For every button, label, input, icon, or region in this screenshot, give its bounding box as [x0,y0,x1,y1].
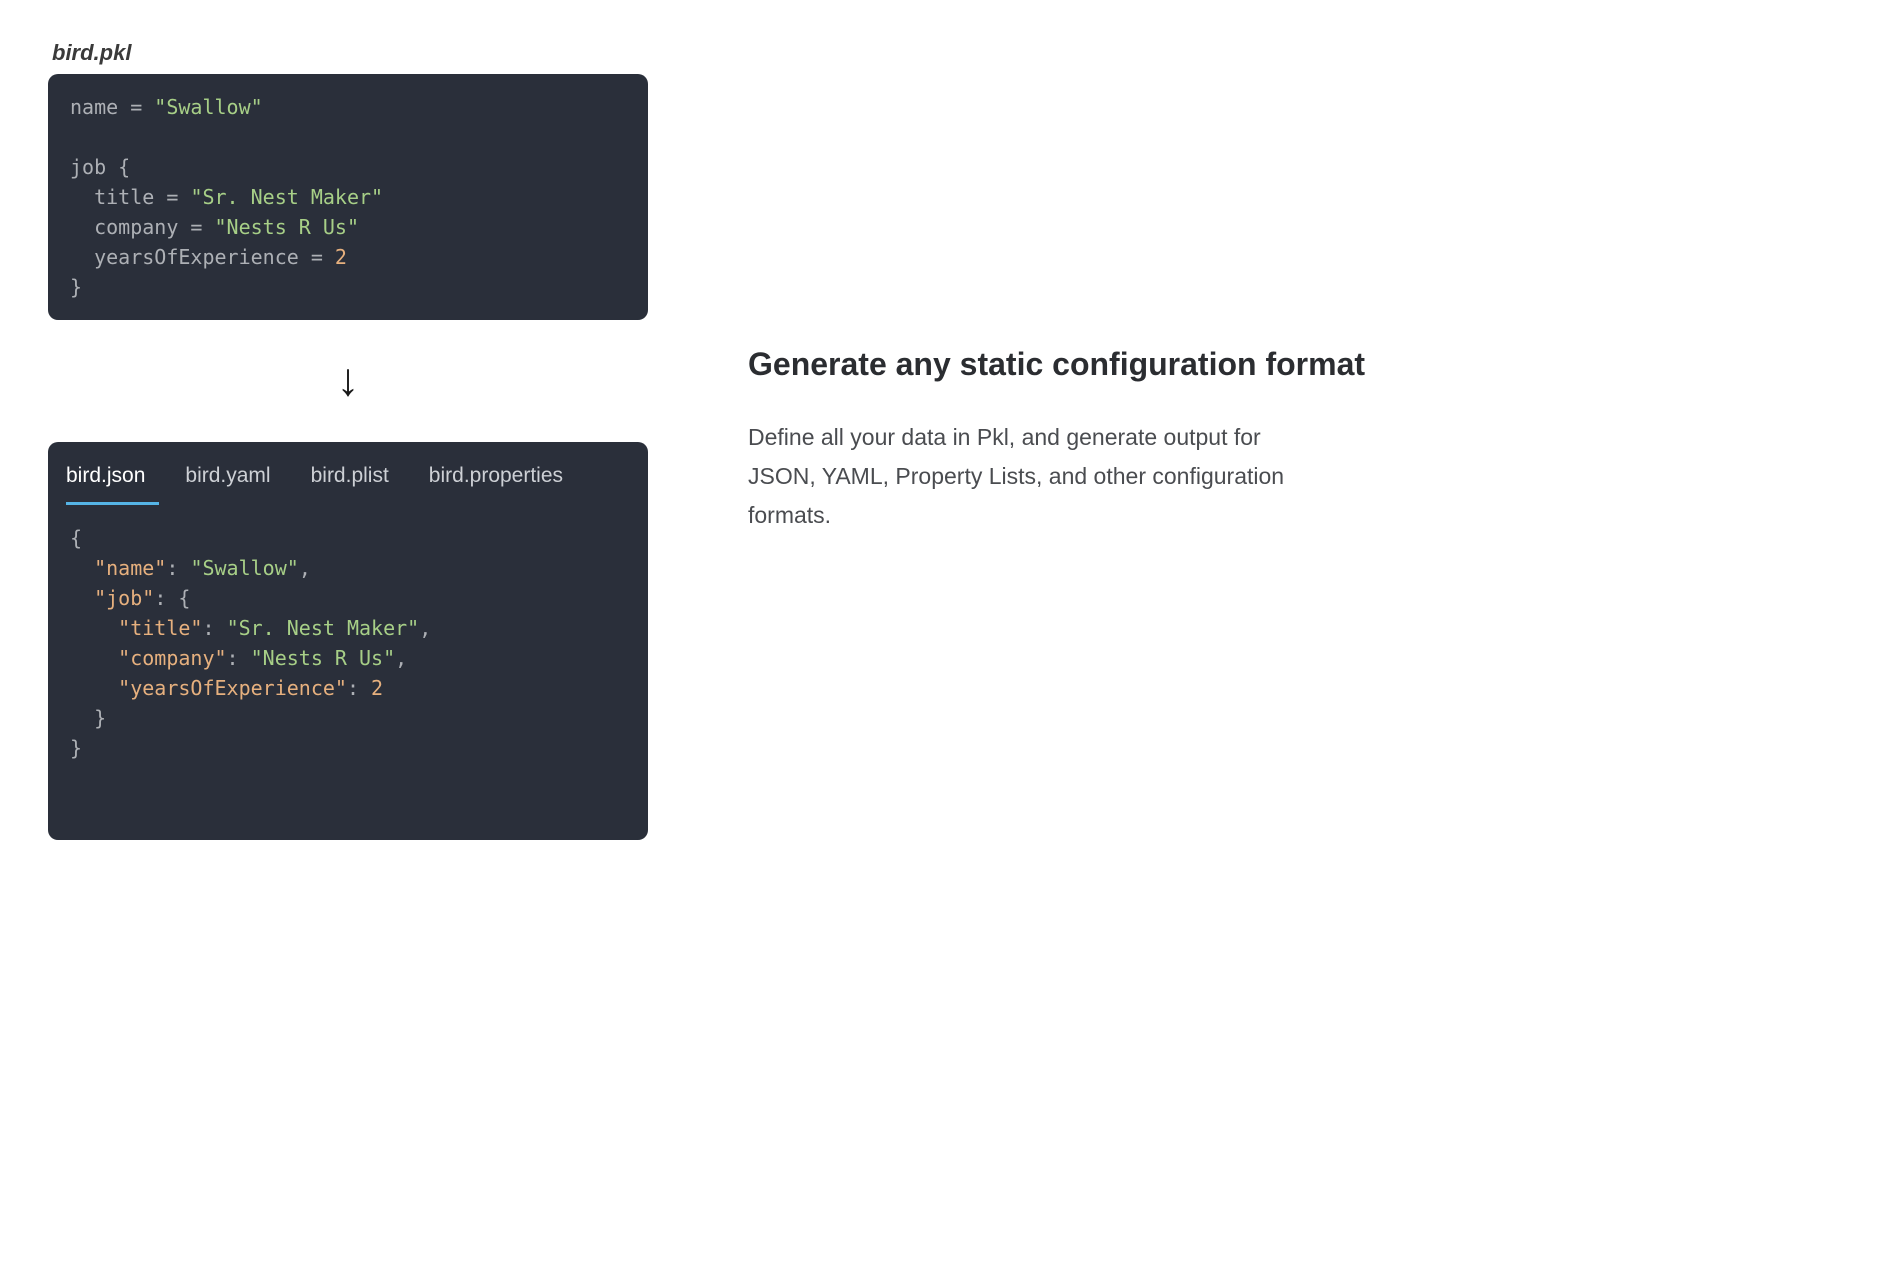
feature-heading: Generate any static configuration format [748,340,1748,390]
feature-description-column: Generate any static configuration format… [748,40,1848,840]
code-column: bird.pkl name = "Swallow" job { title = … [48,40,648,840]
source-code-block: name = "Swallow" job { title = "Sr. Nest… [48,74,648,320]
output-tabs: bird.json bird.yaml bird.plist bird.prop… [48,442,648,505]
arrow-down-icon: ↓ [337,356,360,402]
feature-description: Define all your data in Pkl, and generat… [748,418,1308,535]
source-code: name = "Swallow" job { title = "Sr. Nest… [70,92,626,302]
source-filename-label: bird.pkl [48,40,131,66]
main-container: bird.pkl name = "Swallow" job { title = … [48,40,1848,840]
output-code-content: { "name": "Swallow", "job": { "title": "… [48,505,648,785]
tab-bird-yaml[interactable]: bird.yaml [185,454,284,505]
output-code: { "name": "Swallow", "job": { "title": "… [70,523,626,763]
tab-bird-plist[interactable]: bird.plist [311,454,403,505]
tab-bird-json[interactable]: bird.json [66,454,159,505]
tab-bird-properties[interactable]: bird.properties [429,454,577,505]
output-code-block: bird.json bird.yaml bird.plist bird.prop… [48,442,648,840]
